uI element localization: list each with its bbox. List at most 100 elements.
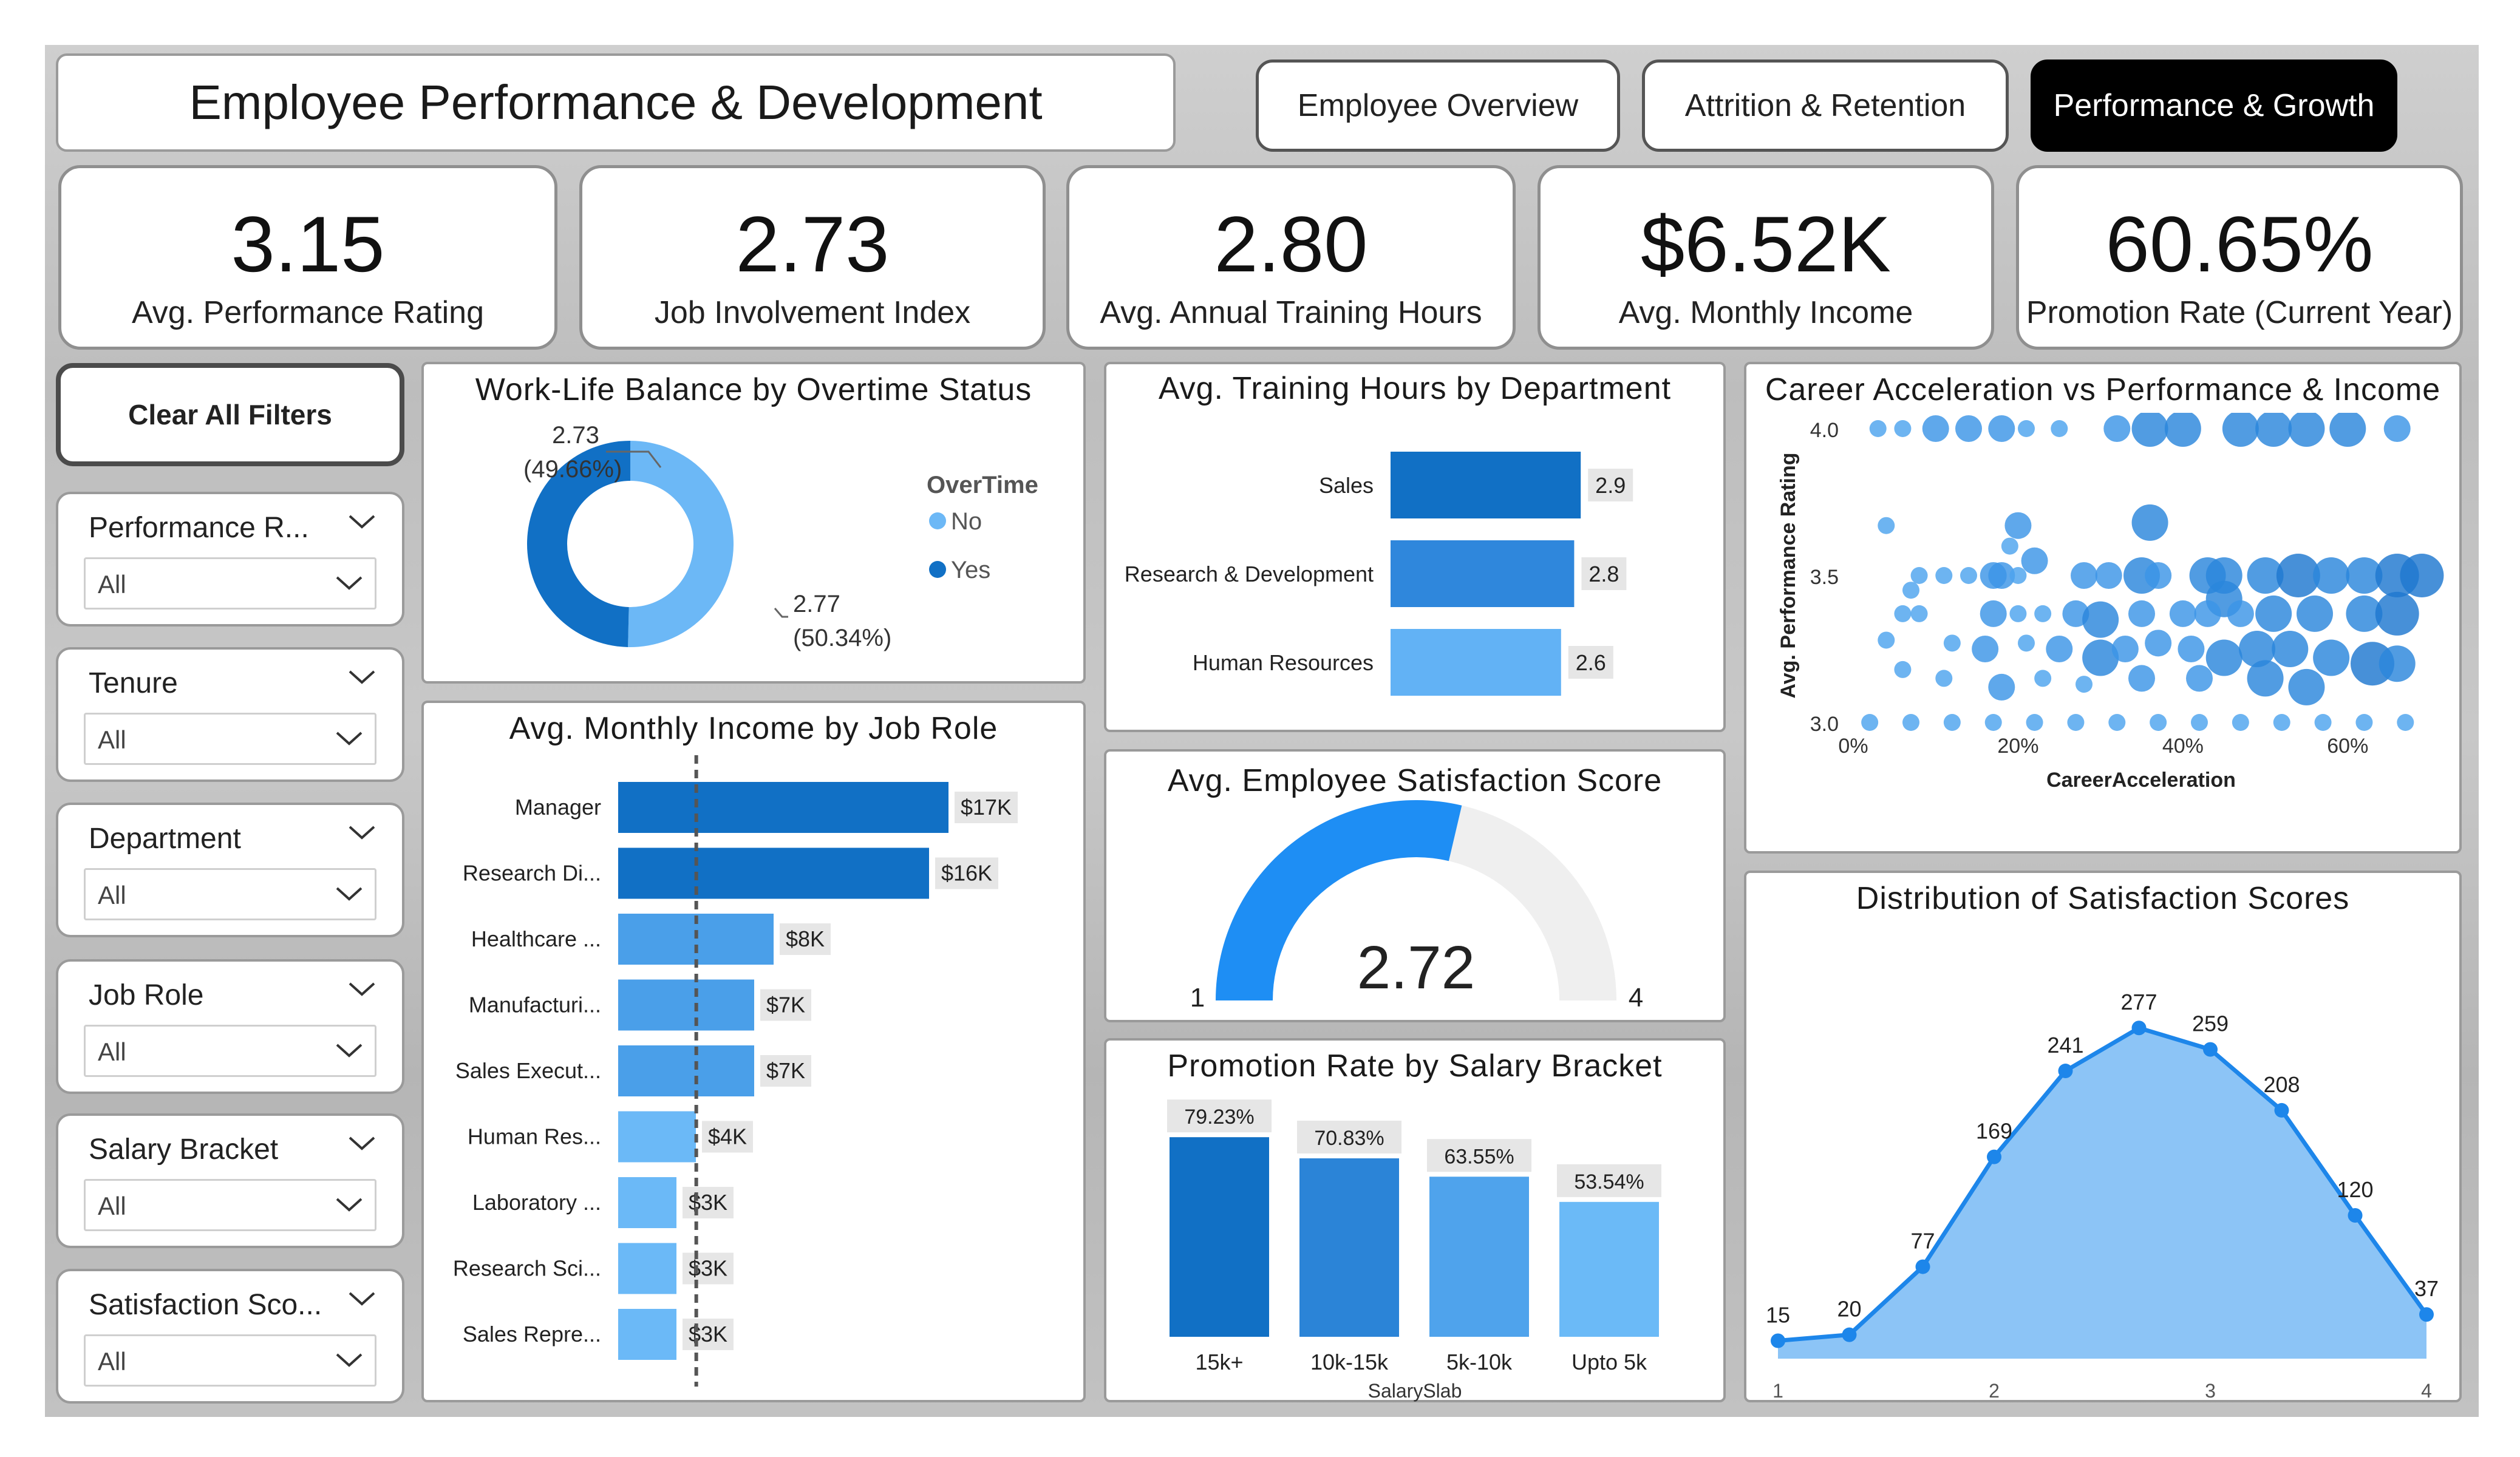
scatter-point[interactable] <box>2288 413 2325 447</box>
scatter-point[interactable] <box>2329 413 2366 447</box>
scatter-point[interactable] <box>1984 714 2002 731</box>
scatter-point[interactable] <box>2227 600 2254 627</box>
scatter-point[interactable] <box>2111 636 2139 662</box>
slicer-dropdown[interactable]: All <box>84 557 376 610</box>
slicer-dropdown[interactable]: All <box>84 1179 376 1231</box>
income-bar[interactable] <box>618 1243 676 1294</box>
scatter-point[interactable] <box>1922 415 1949 442</box>
scatter-point[interactable] <box>2067 714 2085 731</box>
scatter-point[interactable] <box>1972 636 1999 662</box>
data-point[interactable] <box>2131 1021 2147 1036</box>
tab-attrition-retention[interactable]: Attrition & Retention <box>1642 59 2009 152</box>
scatter-point[interactable] <box>2131 413 2168 447</box>
data-point[interactable] <box>1842 1327 1857 1342</box>
scatter-point[interactable] <box>1943 714 1961 731</box>
scatter-point[interactable] <box>2034 670 2052 687</box>
income-bar[interactable] <box>618 1111 696 1163</box>
legend-label-yes[interactable]: Yes <box>951 557 990 583</box>
scatter-point[interactable] <box>2082 601 2119 638</box>
income-bar[interactable] <box>618 1045 754 1096</box>
income-bar[interactable] <box>618 1309 676 1360</box>
income-bar[interactable] <box>618 847 929 899</box>
chevron-down-icon[interactable] <box>347 512 376 537</box>
scatter-point[interactable] <box>2355 714 2373 731</box>
training-bar[interactable] <box>1391 452 1581 518</box>
scatter-point[interactable] <box>2018 420 2035 437</box>
data-point[interactable] <box>1771 1333 1785 1348</box>
scatter-point[interactable] <box>2034 605 2052 622</box>
scatter-point[interactable] <box>2076 676 2093 693</box>
scatter-point[interactable] <box>2145 630 2172 657</box>
data-point[interactable] <box>1915 1259 1930 1274</box>
scatter-point[interactable] <box>2232 714 2249 731</box>
scatter-point[interactable] <box>2095 562 2122 589</box>
scatter-point[interactable] <box>1910 567 1928 584</box>
slice-no[interactable] <box>628 441 734 647</box>
scatter-point[interactable] <box>2186 665 2213 692</box>
scatter-point[interactable] <box>2273 714 2290 731</box>
scatter-point[interactable] <box>1980 600 2007 627</box>
tab-employee-overview[interactable]: Employee Overview <box>1256 59 1620 152</box>
scatter-point[interactable] <box>2164 413 2201 447</box>
chevron-down-icon[interactable] <box>347 980 376 1004</box>
scatter-point[interactable] <box>2255 595 2292 632</box>
scatter-point[interactable] <box>1869 420 1887 437</box>
scatter-point[interactable] <box>2145 562 2172 589</box>
scatter-point[interactable] <box>2194 600 2221 627</box>
scatter-point[interactable] <box>2131 504 2168 541</box>
scatter-point[interactable] <box>2108 714 2126 731</box>
scatter-point[interactable] <box>2313 557 2350 594</box>
scatter-point[interactable] <box>1894 420 1912 437</box>
scatter-point[interactable] <box>1955 415 1982 442</box>
data-point[interactable] <box>2058 1064 2073 1079</box>
promotion-bar[interactable] <box>1429 1177 1529 1337</box>
legend-label-no[interactable]: No <box>951 508 982 535</box>
scatter-point[interactable] <box>1902 582 1919 599</box>
data-point[interactable] <box>1987 1149 2001 1164</box>
chevron-down-icon[interactable] <box>347 1289 376 1314</box>
scatter-point[interactable] <box>2026 714 2043 731</box>
promotion-bar[interactable] <box>1170 1137 1269 1337</box>
training-bar[interactable] <box>1391 629 1561 696</box>
scatter-point[interactable] <box>1894 605 1912 622</box>
promotion-bar[interactable] <box>1559 1201 1659 1337</box>
scatter-point[interactable] <box>2314 714 2332 731</box>
slicer-dropdown[interactable]: All <box>84 1334 376 1387</box>
training-bar[interactable] <box>1391 540 1575 607</box>
scatter-point[interactable] <box>1988 415 2015 442</box>
scatter-point[interactable] <box>1902 714 1919 731</box>
scatter-point[interactable] <box>1935 670 1953 687</box>
scatter-point[interactable] <box>2046 636 2073 662</box>
scatter-point[interactable] <box>2375 591 2419 636</box>
scatter-point[interactable] <box>2150 714 2167 731</box>
scatter-point[interactable] <box>2191 714 2208 731</box>
scatter-point[interactable] <box>2004 512 2032 539</box>
tab-performance-growth[interactable]: Performance & Growth <box>2031 59 2397 152</box>
scatter-point[interactable] <box>1988 673 2015 701</box>
scatter-point[interactable] <box>2169 600 2196 627</box>
scatter-point[interactable] <box>2205 639 2242 676</box>
scatter-point[interactable] <box>2222 413 2259 447</box>
scatter-point[interactable] <box>2272 631 2309 667</box>
scatter-point[interactable] <box>2383 415 2411 442</box>
scatter-point[interactable] <box>2128 600 2155 627</box>
data-point[interactable] <box>2203 1042 2218 1057</box>
scatter-point[interactable] <box>1878 517 1895 534</box>
scatter-point[interactable] <box>2009 605 2027 622</box>
income-bar[interactable] <box>618 1177 676 1228</box>
data-point[interactable] <box>2348 1208 2363 1223</box>
scatter-point[interactable] <box>2297 595 2333 632</box>
slicer-dropdown[interactable]: All <box>84 868 376 920</box>
scatter-point[interactable] <box>2288 668 2325 705</box>
scatter-point[interactable] <box>2071 562 2097 589</box>
scatter-point[interactable] <box>2051 420 2068 437</box>
clear-filters-button[interactable]: Clear All Filters <box>56 363 404 466</box>
scatter-point[interactable] <box>2178 636 2205 662</box>
scatter-point[interactable] <box>1894 661 1912 678</box>
scatter-point[interactable] <box>2255 413 2292 447</box>
scatter-point[interactable] <box>2103 415 2131 442</box>
scatter-point[interactable] <box>2009 567 2027 584</box>
slicer-dropdown[interactable]: All <box>84 713 376 765</box>
scatter-point[interactable] <box>2021 547 2048 574</box>
scatter-point[interactable] <box>2397 714 2414 731</box>
